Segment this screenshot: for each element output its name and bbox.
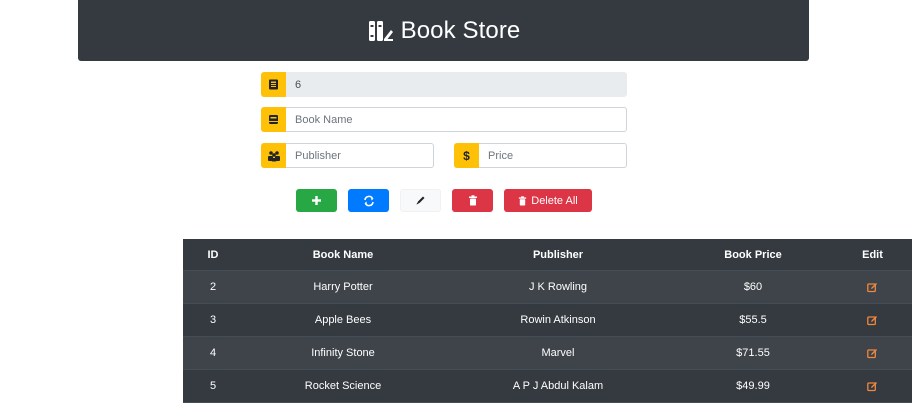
id-input-group: 6 — [261, 72, 627, 97]
app-header: Book Store — [78, 0, 809, 61]
column-header-edit: Edit — [862, 248, 883, 261]
delete-all-button[interactable]: Delete All — [504, 189, 592, 212]
cell-book-name: Apple Bees — [314, 314, 372, 326]
cell-price: $71.55 — [736, 347, 770, 359]
cell-price: $60 — [743, 281, 763, 293]
price-input[interactable]: Price — [479, 143, 627, 168]
publisher-input-group: Publisher — [261, 143, 434, 168]
app-title-wrap: Book Store — [367, 17, 521, 45]
cell-price: $55.5 — [739, 314, 767, 326]
trash-icon — [519, 195, 527, 205]
people-icon — [261, 143, 286, 168]
id-field-value: 6 — [295, 78, 302, 91]
dollar-icon: $ — [454, 143, 479, 168]
cell-edit — [833, 381, 912, 392]
id-field[interactable]: 6 — [286, 72, 627, 97]
book-icon — [261, 107, 286, 132]
cell-publisher: A P J Abdul Kalam — [512, 380, 604, 392]
publisher-price-row: Publisher $ Price — [261, 143, 627, 168]
sync-icon — [363, 195, 374, 206]
cell-id: 4 — [209, 347, 217, 359]
cell-publisher: Marvel — [541, 347, 575, 359]
column-header-id: ID — [207, 248, 219, 261]
table-row: 4 Infinity Stone Marvel $71.55 — [183, 337, 912, 370]
publisher-placeholder: Publisher — [295, 149, 341, 162]
publisher-input[interactable]: Publisher — [286, 143, 434, 168]
column-header-publisher: Publisher — [532, 248, 584, 261]
refresh-button[interactable] — [348, 189, 389, 212]
books-table: ID Book Name Publisher Book Price Edit 2… — [183, 239, 912, 403]
cell-id: 3 — [209, 314, 217, 326]
delete-all-label: Delete All — [531, 194, 578, 207]
books-icon — [368, 20, 393, 41]
table-row: 5 Rocket Science A P J Abdul Kalam $49.9… — [183, 370, 912, 403]
edit-icon[interactable] — [867, 348, 878, 359]
column-header-book-name: Book Name — [312, 248, 374, 261]
column-header-book-price: Book Price — [724, 248, 782, 261]
table-header-row: ID Book Name Publisher Book Price Edit — [183, 239, 912, 271]
cell-book-name: Rocket Science — [304, 380, 382, 392]
plus-icon — [312, 196, 321, 205]
update-button[interactable] — [400, 189, 441, 212]
cell-publisher: Rowin Atkinson — [520, 314, 596, 326]
add-button[interactable] — [296, 189, 337, 212]
edit-icon[interactable] — [867, 315, 878, 326]
cell-price: $49.99 — [736, 380, 770, 392]
cell-edit — [833, 348, 912, 359]
table-row: 3 Apple Bees Rowin Atkinson $55.5 — [183, 304, 912, 337]
delete-button[interactable] — [452, 189, 493, 212]
table-row: 2 Harry Potter J K Rowling $60 — [183, 271, 912, 304]
page-title: Book Store — [400, 16, 521, 44]
cell-publisher: J K Rowling — [528, 281, 588, 293]
trash-icon — [468, 195, 477, 206]
cell-book-name: Harry Potter — [313, 281, 373, 293]
edit-icon[interactable] — [867, 282, 878, 293]
cell-edit — [833, 315, 912, 326]
book-name-placeholder: Book Name — [295, 113, 353, 126]
cell-id: 2 — [209, 281, 217, 293]
book-name-input[interactable]: Book Name — [286, 107, 627, 132]
book-form: 6 Book Name Publisher $ Price — [261, 72, 627, 168]
pencil-icon — [416, 196, 425, 205]
cell-id: 5 — [209, 380, 217, 392]
price-placeholder: Price — [488, 149, 514, 162]
page: Book Store 6 Book Name Publisher $ Price… — [0, 0, 912, 418]
cell-book-name: Infinity Stone — [311, 347, 375, 359]
action-buttons: Delete All — [296, 189, 592, 212]
price-input-group: $ Price — [454, 143, 627, 168]
edit-icon[interactable] — [867, 381, 878, 392]
id-card-icon — [261, 72, 286, 97]
book-name-input-group: Book Name — [261, 107, 627, 132]
cell-edit — [833, 282, 912, 293]
